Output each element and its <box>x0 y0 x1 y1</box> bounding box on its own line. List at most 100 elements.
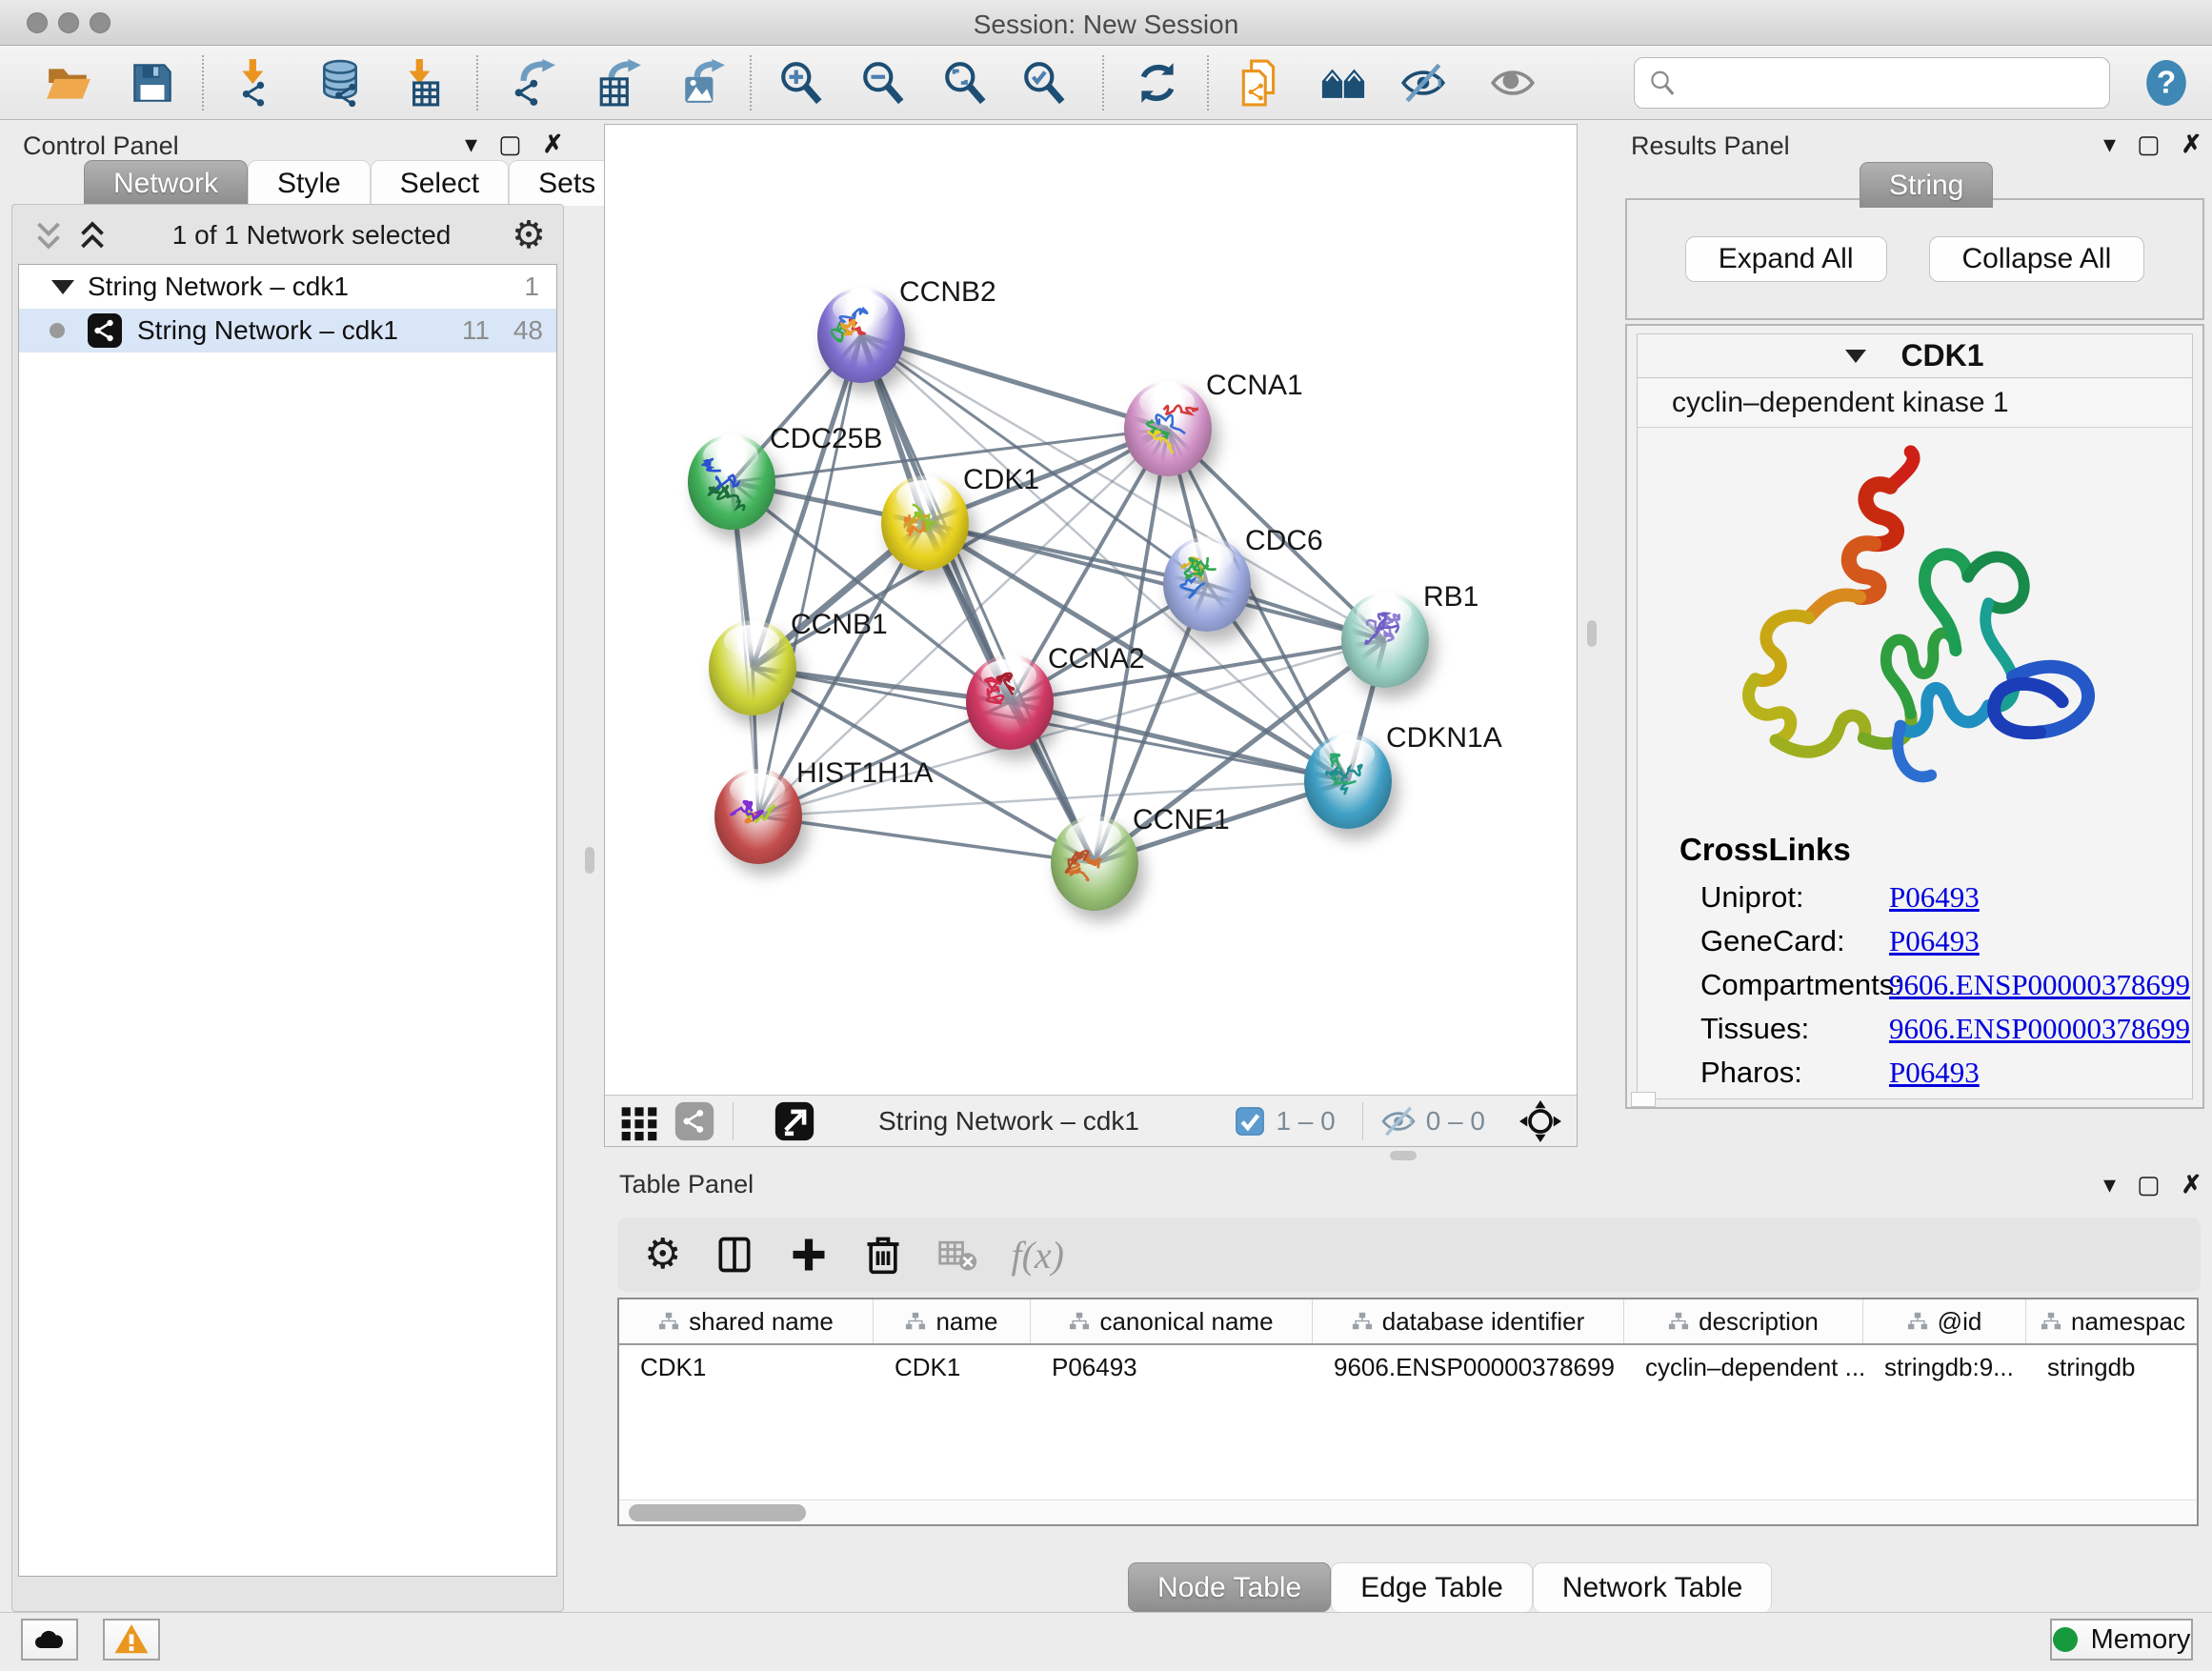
panel-close-icon[interactable]: ✗ <box>543 130 564 159</box>
import-network-database-button[interactable] <box>310 52 371 113</box>
detach-view-icon[interactable] <box>774 1100 815 1142</box>
import-table-button[interactable] <box>393 52 454 113</box>
open-session-button[interactable] <box>38 52 99 113</box>
delete-column-icon[interactable] <box>862 1234 904 1276</box>
table-cell[interactable]: CDK1 <box>619 1353 874 1382</box>
network-collection-row[interactable]: String Network – cdk1 1 <box>19 265 556 309</box>
refresh-layout-button[interactable] <box>1127 52 1188 113</box>
table-cell[interactable]: stringdb <box>2026 1353 2199 1382</box>
show-columns-icon[interactable] <box>714 1234 755 1276</box>
column-header-shared-name[interactable]: shared name <box>619 1299 874 1343</box>
crosslink-link[interactable]: P06493 <box>1889 880 1980 915</box>
scrollbar-thumb[interactable] <box>629 1504 806 1521</box>
toolbar-search[interactable] <box>1634 57 2110 109</box>
network-node-CCNA2[interactable] <box>966 654 1054 750</box>
table-cell[interactable]: P06493 <box>1031 1353 1313 1382</box>
collection-collapse-icon[interactable] <box>51 280 74 294</box>
table-cell[interactable]: 9606.ENSP00000378699 <box>1313 1353 1624 1382</box>
panel-menu-icon[interactable]: ▾ <box>465 130 477 159</box>
memory-button[interactable]: Memory <box>2050 1619 2193 1661</box>
column-header-name[interactable]: name <box>874 1299 1031 1343</box>
tab-style[interactable]: Style <box>248 160 371 206</box>
export-network-button[interactable] <box>503 52 564 113</box>
table-cell[interactable]: CDK1 <box>874 1353 1031 1382</box>
panel-close-icon[interactable]: ✗ <box>2182 1170 2202 1199</box>
import-network-file-button[interactable] <box>227 52 288 113</box>
network-row-selected[interactable]: String Network – cdk1 11 48 <box>19 309 556 352</box>
vertical-splitter-handle[interactable] <box>1587 620 1597 647</box>
network-edge-CCNA2-CDKN1A[interactable] <box>1010 702 1348 781</box>
network-edge-HIST1H1A-CCNE1[interactable] <box>758 816 1095 863</box>
column-header-database-identifier[interactable]: database identifier <box>1313 1299 1624 1343</box>
tab-string[interactable]: String <box>1860 162 1993 208</box>
table-settings-gear-icon[interactable]: ⚙ <box>644 1234 681 1276</box>
selected-checkbox-icon[interactable] <box>1234 1105 1266 1137</box>
tab-select[interactable]: Select <box>371 160 509 206</box>
network-node-CDC25B[interactable] <box>688 434 775 530</box>
warnings-button[interactable] <box>103 1619 160 1661</box>
export-table-button[interactable] <box>589 52 650 113</box>
column-header-namespac[interactable]: namespac <box>2026 1299 2199 1343</box>
network-node-CCNE1[interactable] <box>1051 815 1138 911</box>
function-builder-icon[interactable]: f(x) <box>1011 1233 1064 1278</box>
panel-float-icon[interactable]: ▢ <box>498 130 522 159</box>
vertical-splitter-handle[interactable] <box>585 847 594 874</box>
search-input[interactable] <box>1688 68 2098 99</box>
clone-network-button[interactable] <box>1229 52 1290 113</box>
crosslink-link[interactable]: 9606.ENSP00000378699 <box>1889 1012 2190 1046</box>
column-header-canonical-name[interactable]: canonical name <box>1031 1299 1313 1343</box>
crosslink-link[interactable]: P06493 <box>1889 1056 1980 1090</box>
grid-view-icon[interactable] <box>618 1100 660 1142</box>
table-row[interactable]: CDK1CDK1P064939606.ENSP00000378699cyclin… <box>619 1345 2197 1389</box>
gene-card-header[interactable]: CDK1 <box>1638 334 2192 378</box>
string-protein-query-button[interactable] <box>1313 52 1374 113</box>
panel-close-icon[interactable]: ✗ <box>2182 130 2202 159</box>
show-button-disabled[interactable] <box>1482 52 1543 113</box>
tab-network[interactable]: Network <box>84 160 248 206</box>
network-node-CDC6[interactable] <box>1163 536 1251 632</box>
column-header-description[interactable]: description <box>1624 1299 1863 1343</box>
zoom-in-button[interactable] <box>771 52 832 113</box>
network-node-RB1[interactable] <box>1341 593 1429 688</box>
panel-float-icon[interactable]: ▢ <box>2137 1170 2161 1199</box>
gene-collapse-icon[interactable] <box>1845 350 1866 363</box>
panel-float-icon[interactable]: ▢ <box>2137 130 2161 159</box>
add-column-icon[interactable] <box>788 1234 830 1276</box>
network-options-gear-icon[interactable]: ⚙ <box>512 216 546 254</box>
cloud-button[interactable] <box>21 1619 78 1661</box>
network-canvas[interactable]: CCNB2CCNA1CDC25BCDK1CDC6RB1CCNB1CCNA2CDK… <box>605 125 1577 1095</box>
network-node-HIST1H1A[interactable] <box>714 769 802 864</box>
network-node-CDKN1A[interactable] <box>1304 734 1392 829</box>
zoom-fit-button[interactable] <box>935 52 995 113</box>
column-header--id[interactable]: @id <box>1863 1299 2026 1343</box>
collapse-all-button[interactable]: Collapse All <box>1929 236 2145 282</box>
network-node-CCNA1[interactable] <box>1124 381 1212 476</box>
collapse-all-networks-icon[interactable] <box>30 218 68 252</box>
table-horizontal-scrollbar[interactable] <box>619 1500 2197 1524</box>
tab-edge-table[interactable]: Edge Table <box>1331 1562 1533 1612</box>
network-edge-CCNB2-CCNA1[interactable] <box>861 335 1168 429</box>
tab-node-table[interactable]: Node Table <box>1128 1562 1331 1612</box>
crosslink-link[interactable]: P06493 <box>1889 924 1980 958</box>
network-node-CCNB1[interactable] <box>709 620 796 715</box>
panel-menu-icon[interactable]: ▾ <box>2103 1170 2116 1199</box>
panel-menu-icon[interactable]: ▾ <box>2103 130 2116 159</box>
zoom-out-button[interactable] <box>853 52 914 113</box>
expand-all-button[interactable]: Expand All <box>1685 236 1887 282</box>
network-node-CCNB2[interactable] <box>817 288 905 383</box>
zoom-selected-button[interactable] <box>1014 52 1075 113</box>
hide-unhide-button[interactable] <box>1393 52 1454 113</box>
network-view-icon[interactable] <box>674 1100 715 1142</box>
horizontal-splitter-handle[interactable] <box>1390 1151 1417 1160</box>
network-edge-CCNB2-HIST1H1A[interactable] <box>758 335 861 816</box>
export-image-button[interactable] <box>673 52 734 113</box>
help-button[interactable] <box>2136 52 2197 113</box>
birdseye-crosshair-icon[interactable] <box>1519 1100 1561 1142</box>
expand-all-networks-icon[interactable] <box>73 218 111 252</box>
save-session-button[interactable] <box>122 52 183 113</box>
crosslink-link[interactable]: 9606.ENSP00000378699 <box>1889 968 2190 1002</box>
network-node-CDK1[interactable] <box>881 475 969 571</box>
table-cell[interactable]: cyclin–dependent ... <box>1624 1353 1863 1382</box>
table-cell[interactable]: stringdb:9... <box>1863 1353 2026 1382</box>
tab-network-table[interactable]: Network Table <box>1533 1562 1773 1612</box>
